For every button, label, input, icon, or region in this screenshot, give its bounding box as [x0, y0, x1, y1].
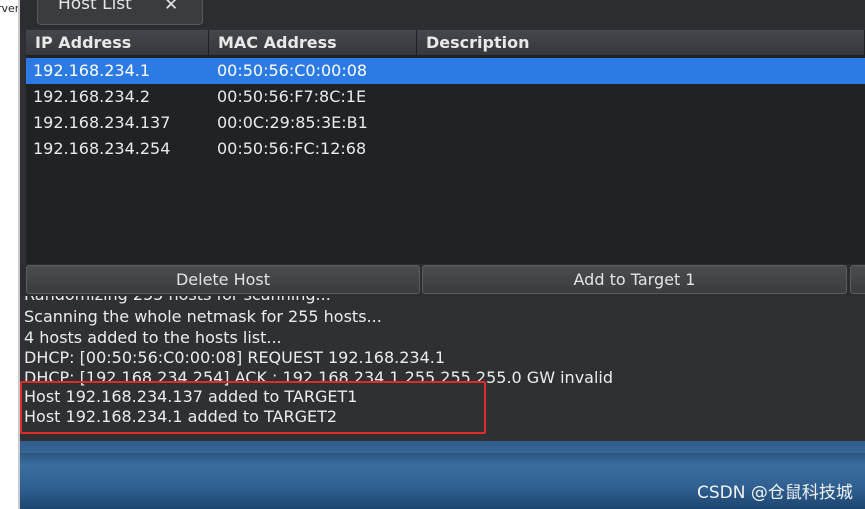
- close-icon[interactable]: ✕: [164, 0, 178, 15]
- delete-host-button[interactable]: Delete Host: [26, 265, 420, 294]
- button-bar: Delete Host Add to Target 1: [20, 264, 865, 296]
- highlight-annotation-box: [20, 381, 486, 434]
- table-row[interactable]: 192.168.234.1 00:50:56:C0:00:08: [26, 58, 865, 84]
- host-table: IP Address MAC Address Description 192.1…: [26, 30, 865, 264]
- cell-ip-address: 192.168.234.137: [33, 113, 171, 132]
- tab-host-list[interactable]: Host List ✕: [37, 0, 203, 25]
- tab-bar: Host List ✕: [20, 0, 865, 28]
- desktop-band: [20, 441, 865, 453]
- log-line: 4 hosts added to the hosts list...: [24, 328, 282, 347]
- log-line: Randomizing 255 hosts for scanning...: [24, 296, 331, 305]
- table-header: IP Address MAC Address Description: [26, 30, 865, 56]
- background-window-text: rver: [0, 2, 20, 15]
- table-row[interactable]: 192.168.234.2 00:50:56:F7:8C:1E: [26, 84, 865, 110]
- table-row[interactable]: 192.168.234.254 00:50:56:FC:12:68: [26, 136, 865, 162]
- add-to-target-1-button[interactable]: Add to Target 1: [422, 265, 847, 294]
- column-header-mac-address[interactable]: MAC Address: [209, 30, 417, 56]
- column-header-ip-address[interactable]: IP Address: [26, 30, 209, 56]
- cell-ip-address: 192.168.234.1: [33, 61, 151, 80]
- cell-mac-address: 00:50:56:C0:00:08: [217, 61, 368, 80]
- cell-ip-address: 192.168.234.254: [33, 139, 171, 158]
- column-header-description[interactable]: Description: [417, 30, 865, 56]
- cell-mac-address: 00:50:56:FC:12:68: [217, 139, 367, 158]
- cell-mac-address: 00:0C:29:85:3E:B1: [217, 113, 368, 132]
- ettercap-window: Host List ✕ IP Address MAC Address Descr…: [20, 0, 865, 509]
- watermark: CSDN @仓鼠科技城: [697, 483, 853, 503]
- background-window-strip: rver: [0, 0, 20, 509]
- log-line: Scanning the whole netmask for 255 hosts…: [24, 307, 382, 326]
- table-row[interactable]: 192.168.234.137 00:0C:29:85:3E:B1: [26, 110, 865, 136]
- cell-ip-address: 192.168.234.2: [33, 87, 151, 106]
- tab-host-list-label: Host List: [58, 0, 132, 14]
- log-line: DHCP: [00:50:56:C0:00:08] REQUEST 192.16…: [24, 348, 446, 367]
- cell-mac-address: 00:50:56:F7:8C:1E: [217, 87, 367, 106]
- table-body: 192.168.234.1 00:50:56:C0:00:08 192.168.…: [26, 58, 865, 162]
- add-to-target-2-button[interactable]: [850, 265, 865, 294]
